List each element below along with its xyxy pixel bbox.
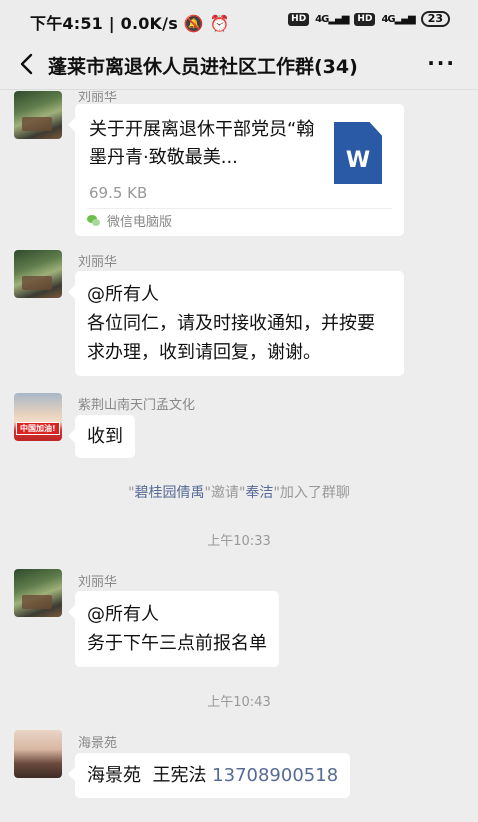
silent-bell-icon: 🔕 — [183, 14, 204, 33]
message-line: 各位同仁，请及时接收通知，并按要 — [87, 313, 375, 334]
sender-name: 刘丽华 — [78, 575, 118, 590]
back-icon[interactable] — [14, 50, 42, 78]
hd-badge-2: HD — [354, 12, 376, 26]
text-message[interactable]: 海景苑 王宪法 13708900518 — [67, 753, 351, 798]
status-time: 下午4:51 — [30, 14, 103, 33]
wechat-icon — [87, 214, 101, 227]
message-line: @所有人 — [87, 604, 159, 625]
avatar[interactable] — [14, 569, 62, 617]
message-line: @所有人 — [87, 284, 159, 305]
message-line: 求办理，收到请回复，谢谢。 — [87, 342, 321, 363]
divider — [87, 208, 392, 209]
status-left: 下午4:51 | 0.0K/s 🔕 ⏰ — [30, 14, 230, 33]
timestamp: 上午10:43 — [207, 695, 271, 710]
system-message: "碧桂园倩禹"邀请"奉洁"加入了群聊 — [128, 485, 350, 501]
file-source-label: 微信电脑版 — [107, 215, 173, 230]
timestamp: 上午10:33 — [207, 534, 271, 549]
alarm-icon: ⏰ — [209, 14, 230, 33]
network-speed: 0.0K/s — [120, 14, 178, 33]
word-document-icon: W — [334, 122, 382, 184]
file-size: 69.5 KB — [89, 184, 148, 202]
file-source: 微信电脑版 — [87, 211, 172, 230]
avatar-badge: 中国加油! — [16, 422, 60, 435]
more-options-icon[interactable]: ··· — [427, 51, 456, 75]
invitee-link[interactable]: 奉洁 — [245, 485, 273, 501]
avatar[interactable] — [14, 730, 62, 778]
avatar[interactable]: 中国加油! — [14, 393, 62, 441]
avatar[interactable] — [14, 91, 62, 139]
file-message[interactable]: 关于开展离退休干部党员“翰墨丹青·致敬最美... 69.5 KB W 微信电脑版 — [68, 104, 404, 236]
sender-name: 刘丽华 — [78, 91, 118, 105]
message-line: 务于下午三点前报名单 — [87, 633, 267, 654]
phone-link[interactable]: 13708900518 — [212, 765, 338, 786]
message-text: 海景苑 王宪法 — [87, 765, 213, 786]
sender-name: 紫荆山南天门孟文化 — [78, 398, 196, 413]
text-message[interactable]: @所有人 各位同仁，请及时接收通知，并按要 求办理，收到请回复，谢谢。 — [68, 271, 404, 376]
message-line: 收到 — [87, 426, 123, 447]
signal-icon-2: 4G▂▄▆ — [381, 13, 415, 25]
status-bar: 下午4:51 | 0.0K/s 🔕 ⏰ HD 4G▂▄▆ HD 4G▂▄▆ 23 — [0, 0, 478, 40]
battery-icon: 23 — [420, 11, 450, 27]
message-list[interactable]: 刘丽华 关于开展离退休干部党员“翰墨丹青·致敬最美... 69.5 KB W 微… — [0, 91, 478, 822]
sender-name: 刘丽华 — [78, 255, 118, 270]
chat-header: 蓬莱市离退休人员进社区工作群(34) ··· — [0, 40, 478, 90]
avatar[interactable] — [14, 250, 62, 298]
inviter-link[interactable]: 碧桂园倩禹 — [135, 485, 205, 501]
file-title: 关于开展离退休干部党员“翰墨丹青·致敬最美... — [89, 119, 315, 168]
hd-badge: HD — [288, 12, 310, 26]
status-right: HD 4G▂▄▆ HD 4G▂▄▆ 23 — [288, 11, 450, 27]
chat-title: 蓬莱市离退休人员进社区工作群(34) — [48, 56, 358, 78]
signal-icon: 4G▂▄▆ — [315, 13, 349, 25]
text-message[interactable]: 收到 — [68, 415, 135, 458]
sender-name: 海景苑 — [78, 736, 118, 751]
text-message[interactable]: @所有人 务于下午三点前报名单 — [68, 591, 279, 667]
